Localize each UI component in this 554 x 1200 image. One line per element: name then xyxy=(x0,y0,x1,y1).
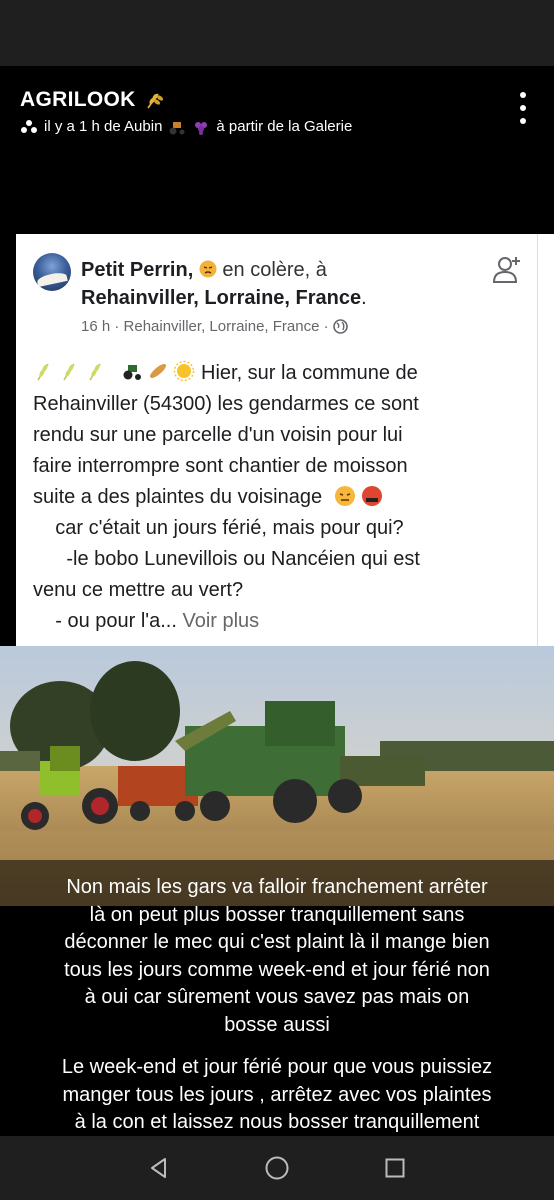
caption-bottom-line: manger tous les jours , arrêtez avec vos… xyxy=(62,1083,492,1106)
caption-top-line: Non mais les gars va falloir franchement… xyxy=(66,876,488,898)
people-icon xyxy=(21,119,37,133)
grapes-emoji-icon xyxy=(195,121,208,135)
caption-top-line: déconner le mec qui c'est plaint là il m… xyxy=(64,931,490,953)
post-meta-text: 16 h · Rehainviller, Lorraine, France · xyxy=(81,318,329,335)
caption-top-line: à oui car sûrement vous savez pas mais o… xyxy=(84,986,470,1008)
post-line-9: - ou pour l'a... Voir plus xyxy=(33,606,533,637)
story-header: AGRILOOK il y a 1 h de Aubin à partir de xyxy=(0,66,554,234)
post-line-7: -le bobo Lunevillois ou Nancéien qui est xyxy=(33,548,420,570)
post-line-1: Hier, sur la commune de xyxy=(33,358,533,389)
status-bar xyxy=(0,0,554,66)
post-line-5-text: suite a des plaintes du voisinage xyxy=(33,486,323,508)
author-feeling: en colère, à xyxy=(222,259,327,281)
sun-emoji-icon xyxy=(173,360,195,382)
back-button[interactable] xyxy=(144,1153,174,1183)
story-subtitle-prefix: il y a 1 h de Aubin xyxy=(44,118,163,135)
post-screenshot-card: Petit Perrin, en colère, à Rehainviller,… xyxy=(16,234,554,646)
post-line-9-text: - ou pour l'a... xyxy=(33,610,177,632)
home-circle-icon xyxy=(265,1156,289,1180)
add-friend-icon[interactable] xyxy=(490,252,524,286)
back-triangle-icon xyxy=(151,1158,166,1178)
caption-overlay-top: Non mais les gars va falloir franchement… xyxy=(0,860,554,1040)
see-more-link[interactable]: Voir plus xyxy=(182,610,259,632)
angry-face-icon xyxy=(199,260,217,278)
post-line-8: venu ce mettre au vert? xyxy=(33,579,244,601)
post-line-5: suite a des plaintes du voisinage xyxy=(33,482,533,513)
cursing-face-icon xyxy=(362,486,383,506)
recents-button[interactable] xyxy=(380,1153,410,1183)
wheat-emoji-icon xyxy=(63,363,75,381)
author-line: Petit Perrin, en colère, à Rehainviller,… xyxy=(81,256,461,312)
caption-top-line: là on peut plus bosser tranquillement sa… xyxy=(89,903,465,926)
tractor-emoji-icon xyxy=(123,365,141,380)
caption-bottom-line: à la con et laissez nous bosser tranquil… xyxy=(74,1111,480,1133)
author-place-end: . xyxy=(361,287,367,309)
baguette-emoji-icon xyxy=(150,364,166,378)
post-body: Hier, sur la commune de Rehainviller (54… xyxy=(33,358,533,637)
caption-bottom-line: Le week-end et jour férié pour que vous … xyxy=(61,1056,493,1078)
caption-top-line: bosse aussi xyxy=(224,1013,330,1036)
caption-top-line: tous les jours comme week-end et jour fé… xyxy=(64,958,490,981)
story-title-text: AGRILOOK xyxy=(20,88,136,111)
post-line-6: car c'était un jours férié, mais pour qu… xyxy=(33,517,404,539)
emoji-row xyxy=(33,360,195,382)
post-meta: 16 h · Rehainviller, Lorraine, France · xyxy=(81,318,348,335)
post-line-1-text: Hier, sur la commune de xyxy=(201,362,418,384)
post-line-3: rendu sur une parcelle d'un voisin pour … xyxy=(33,424,403,446)
story-subtitle-suffix: à partir de la Galerie xyxy=(216,118,353,135)
wheat-emoji-icon xyxy=(37,363,49,381)
wheat-icon xyxy=(146,93,163,109)
author-place: Rehainviller, Lorraine, France xyxy=(81,287,362,309)
android-nav-bar xyxy=(0,1136,554,1200)
post-line-4: faire interrompre sont chantier de moiss… xyxy=(33,455,408,477)
wheat-emoji-icon xyxy=(89,363,101,381)
story-subtitle: il y a 1 h de Aubin à partir de la Galer… xyxy=(20,118,352,135)
post-line-2: Rehainviller (54300) les gendarmes ce so… xyxy=(33,393,419,415)
story-title: AGRILOOK xyxy=(20,88,164,112)
recents-square-icon xyxy=(385,1158,405,1178)
more-options-icon[interactable] xyxy=(516,92,530,124)
caption-overlay-bottom: Le week-end et jour férié pour que vous … xyxy=(0,1040,554,1136)
avatar xyxy=(33,253,71,291)
author-name: Petit Perrin, xyxy=(81,259,194,281)
tractor-emoji-icon xyxy=(169,121,185,134)
post-inner: Petit Perrin, en colère, à Rehainviller,… xyxy=(16,234,538,646)
caption-top-text: Non mais les gars va falloir franchement… xyxy=(0,874,554,1039)
home-button[interactable] xyxy=(262,1153,292,1183)
caption-bottom-text: Le week-end et jour férié pour que vous … xyxy=(0,1054,554,1137)
frustrated-face-icon xyxy=(334,486,355,506)
globe-icon xyxy=(332,319,348,334)
